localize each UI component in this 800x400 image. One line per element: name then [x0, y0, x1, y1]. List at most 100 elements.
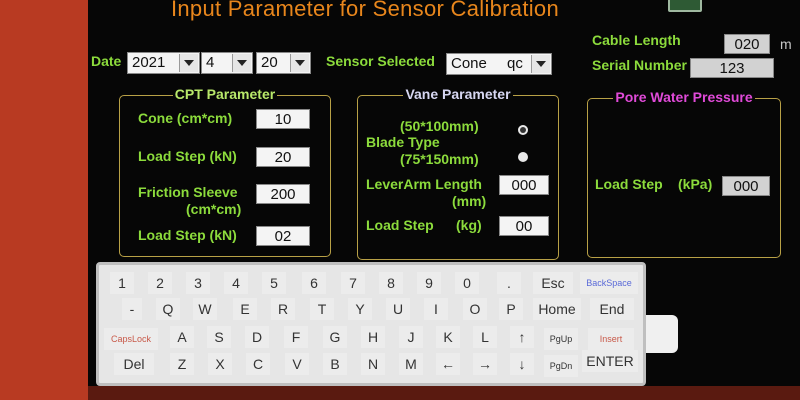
sensor-value-2: qc	[507, 55, 523, 72]
key-home[interactable]: Home	[533, 298, 581, 320]
blade-size-2: (75*150mm)	[400, 151, 479, 167]
date-day-value: 20	[261, 54, 278, 71]
key-1[interactable]: 1	[110, 272, 134, 294]
key-7[interactable]: 7	[341, 272, 365, 294]
sensor-label: Sensor Selected	[326, 53, 435, 69]
chevron-down-icon[interactable]	[179, 54, 198, 72]
serial-number-field[interactable]: 123	[690, 58, 774, 78]
page-title: Input Parameter for Sensor Calibration	[170, 0, 560, 21]
chevron-down-icon[interactable]	[290, 54, 309, 72]
lever-arm-label: LeverArm Length	[366, 176, 482, 192]
sensor-select[interactable]: Cone qc	[446, 53, 552, 75]
key-u[interactable]: U	[386, 298, 410, 320]
date-month-value: 4	[206, 54, 215, 71]
key-v[interactable]: V	[285, 353, 309, 375]
vane-load-step-label: Load Step	[366, 217, 434, 233]
key-r[interactable]: R	[271, 298, 295, 320]
pore-load-step-label: Load Step	[595, 176, 663, 192]
key-z[interactable]: Z	[170, 353, 194, 375]
key-enter[interactable]: ENTER	[582, 350, 638, 372]
blade-type-label: Blade Type	[366, 134, 440, 150]
key-f[interactable]: F	[284, 326, 308, 348]
cpt-title: CPT Parameter	[172, 86, 278, 102]
key-arrow-down[interactable]: ↓	[510, 353, 534, 375]
key-esc[interactable]: Esc	[533, 272, 573, 294]
key-k[interactable]: K	[436, 326, 460, 348]
key-n[interactable]: N	[361, 353, 385, 375]
key-backspace[interactable]: BackSpace	[580, 272, 638, 294]
key-w[interactable]: W	[193, 298, 217, 320]
cable-length-field[interactable]: 020	[724, 34, 770, 54]
friction-sleeve-label: Friction Sleeve	[138, 184, 238, 200]
key-x[interactable]: X	[208, 353, 232, 375]
key-pgdn[interactable]: PgDn	[544, 355, 578, 377]
key-l[interactable]: L	[473, 326, 497, 348]
key-b[interactable]: B	[323, 353, 347, 375]
key-arrow-up[interactable]: ↑	[510, 326, 534, 348]
key-j[interactable]: J	[399, 326, 423, 348]
key-t[interactable]: T	[310, 298, 334, 320]
key-arrow-right[interactable]: →	[473, 353, 497, 375]
key-o[interactable]: O	[463, 298, 487, 320]
key-s[interactable]: S	[207, 326, 231, 348]
vane-title: Vane Parameter	[403, 86, 513, 102]
key-3[interactable]: 3	[186, 272, 210, 294]
blade-type-radio-1[interactable]	[518, 125, 528, 135]
key-end[interactable]: End	[590, 298, 634, 320]
blade-size-1: (50*100mm)	[400, 118, 479, 134]
key-pgup[interactable]: PgUp	[544, 328, 578, 350]
load-step-label: Load Step (kN)	[138, 148, 237, 164]
date-year-value: 2021	[132, 54, 166, 71]
key-5[interactable]: 5	[262, 272, 286, 294]
lever-arm-field[interactable]: 000	[499, 175, 549, 195]
battery-icon	[668, 0, 702, 12]
load-step2-label: Load Step (kN)	[138, 227, 237, 243]
date-label: Date	[91, 53, 122, 69]
key-9[interactable]: 9	[417, 272, 441, 294]
pore-load-step-unit: (kPa)	[678, 176, 713, 192]
key-del[interactable]: Del	[114, 353, 154, 375]
key-d[interactable]: D	[245, 326, 269, 348]
date-month-select[interactable]: 4	[201, 52, 253, 74]
cable-length-label: Cable Length	[592, 32, 681, 48]
load-step2-field[interactable]: 02	[256, 226, 310, 246]
key-g[interactable]: G	[323, 326, 347, 348]
key-c[interactable]: C	[246, 353, 270, 375]
pore-load-step-field[interactable]: 000	[722, 176, 770, 196]
key-arrow-left[interactable]: ←	[436, 353, 460, 375]
key-p[interactable]: P	[499, 298, 523, 320]
key-4[interactable]: 4	[224, 272, 248, 294]
keyboard-side-tab	[646, 315, 678, 353]
cone-field[interactable]: 10	[256, 109, 310, 129]
key-e[interactable]: E	[233, 298, 257, 320]
blade-type-radio-2[interactable]	[518, 152, 528, 162]
vane-load-step-field[interactable]: 00	[499, 216, 549, 236]
key-minus[interactable]: -	[122, 298, 142, 320]
sensor-value: Cone	[451, 55, 487, 72]
friction-sleeve-unit: (cm*cm)	[186, 201, 242, 217]
key-0[interactable]: 0	[455, 272, 479, 294]
key-2[interactable]: 2	[148, 272, 172, 294]
key-8[interactable]: 8	[379, 272, 403, 294]
key-period[interactable]: .	[497, 272, 521, 294]
key-m[interactable]: M	[399, 353, 423, 375]
key-a[interactable]: A	[170, 326, 194, 348]
key-h[interactable]: H	[361, 326, 385, 348]
date-year-select[interactable]: 2021	[127, 52, 200, 74]
friction-sleeve-field[interactable]: 200	[256, 184, 310, 204]
pore-title: Pore Water Pressure	[613, 89, 755, 105]
chevron-down-icon[interactable]	[232, 54, 251, 72]
key-6[interactable]: 6	[302, 272, 326, 294]
date-day-select[interactable]: 20	[256, 52, 311, 74]
key-q[interactable]: Q	[156, 298, 180, 320]
key-i[interactable]: I	[424, 298, 448, 320]
load-step-field[interactable]: 20	[256, 147, 310, 167]
key-insert[interactable]: Insert	[588, 328, 634, 350]
vane-load-step-unit: (kg)	[456, 217, 482, 233]
lever-arm-unit: (mm)	[452, 193, 487, 209]
key-y[interactable]: Y	[348, 298, 372, 320]
bezel-bottom	[88, 386, 800, 400]
chevron-down-icon[interactable]	[531, 55, 550, 73]
key-capslock[interactable]: CapsLock	[104, 328, 158, 350]
cable-unit: m	[780, 36, 792, 52]
